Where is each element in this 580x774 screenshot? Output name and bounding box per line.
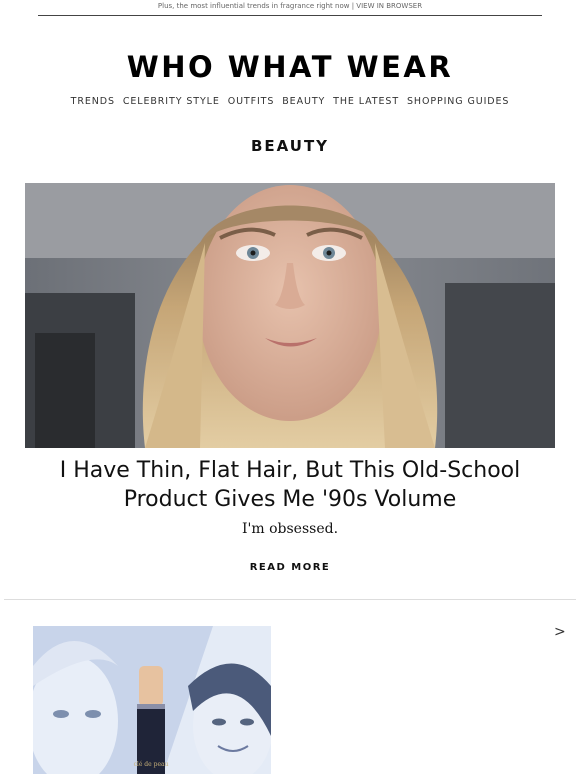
hero-image[interactable] [25, 183, 555, 448]
nav-item-celebrity-style[interactable]: CELEBRITY STYLE [123, 96, 220, 107]
nav-item-beauty[interactable]: BEAUTY [282, 96, 325, 107]
nav-item-shopping-guides[interactable]: SHOPPING GUIDES [407, 96, 509, 107]
carousel-next-arrow[interactable]: > [554, 624, 566, 640]
product-brand-text: clé de peau [134, 761, 169, 768]
preheader: Plus, the most influential trends in fra… [0, 0, 580, 12]
hero-photo-illustration [25, 183, 555, 448]
headline-line-1: I Have Thin, Flat Hair, But This Old-Sch… [59, 458, 521, 483]
read-more-container: READ MORE [0, 562, 580, 573]
section-title: BEAUTY [250, 137, 330, 155]
headline-line-2: Product Gives Me '90s Volume [123, 487, 457, 512]
article-headline[interactable]: I Have Thin, Flat Hair, But This Old-Sch… [40, 456, 540, 514]
nav-item-trends[interactable]: TRENDS [71, 96, 115, 107]
nav-item-the-latest[interactable]: THE LATEST [333, 96, 399, 107]
carousel-image[interactable]: clé de peau [33, 626, 271, 774]
preheader-text: Plus, the most influential trends in fra… [157, 2, 350, 10]
article-dek: I'm obsessed. [241, 521, 339, 537]
carousel-photo-illustration: clé de peau [33, 626, 271, 774]
view-in-browser-link[interactable]: VIEW IN BROWSER [356, 2, 422, 10]
read-more-link[interactable]: READ MORE [250, 562, 331, 573]
main-nav: TRENDS CELEBRITY STYLE OUTFITS BEAUTY TH… [0, 96, 580, 107]
nav-item-outfits[interactable]: OUTFITS [228, 96, 275, 107]
section-divider [4, 599, 576, 600]
preheader-separator: | [351, 2, 355, 10]
preheader-divider [38, 15, 542, 16]
brand-logo[interactable]: WHO WHAT WEAR [0, 50, 580, 84]
